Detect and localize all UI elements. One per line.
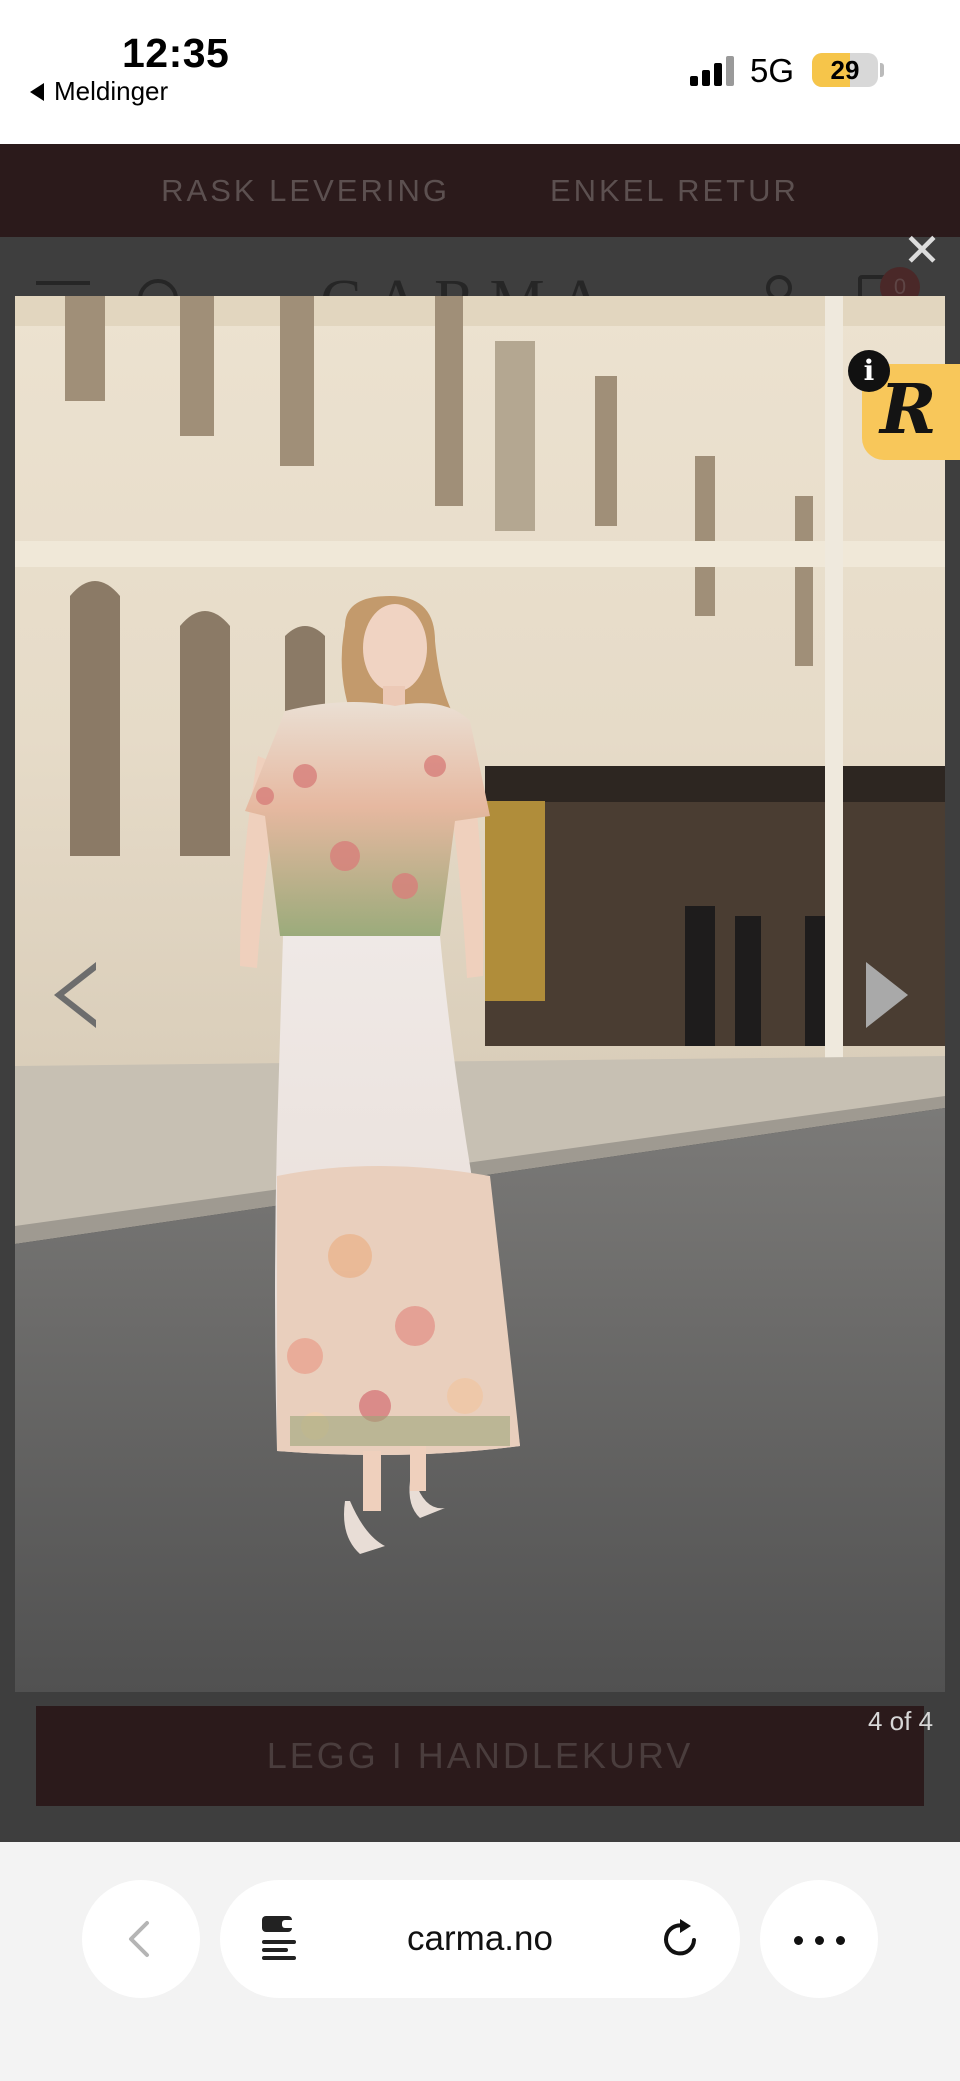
image-counter: 4 of 4 xyxy=(868,1706,934,1736)
promo-fast-delivery: RASK LEVERING xyxy=(161,172,450,208)
menu-icon[interactable] xyxy=(36,281,90,285)
battery-cap xyxy=(880,63,884,77)
page: 12:35 Meldinger 5G 29 RASK LEVERING ENKE… xyxy=(0,0,960,2081)
promo-easy-return: ENKEL RETUR xyxy=(549,172,799,208)
site-header: CARMA 0 xyxy=(0,237,960,336)
previous-image-arrow[interactable] xyxy=(48,958,102,1032)
back-triangle-icon xyxy=(30,82,44,101)
more-options-button[interactable] xyxy=(760,1880,878,1998)
close-lightbox-button[interactable]: ✕ xyxy=(900,227,944,273)
status-bar: 12:35 Meldinger 5G 29 xyxy=(0,0,960,144)
reload-icon[interactable] xyxy=(660,1918,702,1960)
status-time: 12:35 xyxy=(122,30,230,76)
address-bar[interactable]: carma.no xyxy=(220,1880,740,1998)
network-type: 5G xyxy=(750,52,795,89)
battery-level: 29 xyxy=(830,55,860,85)
badge-letter: R xyxy=(880,370,937,450)
browser-toolbar: carma.no xyxy=(0,1842,960,2081)
browser-back-button[interactable] xyxy=(82,1880,200,1998)
add-to-cart-button[interactable]: LEGG I HANDLEKURV xyxy=(36,1706,924,1806)
product-photo[interactable] xyxy=(15,296,945,1692)
promo-banner: RASK LEVERING ENKEL RETUR xyxy=(0,144,960,237)
info-icon[interactable]: i xyxy=(848,350,890,392)
chevron-left-icon xyxy=(129,1921,149,1957)
back-to-app-link[interactable]: Meldinger xyxy=(30,76,168,107)
back-app-label: Meldinger xyxy=(54,76,169,106)
next-image-arrow[interactable] xyxy=(860,958,914,1032)
battery-icon: 29 xyxy=(812,53,878,87)
signal-icon xyxy=(690,56,736,86)
